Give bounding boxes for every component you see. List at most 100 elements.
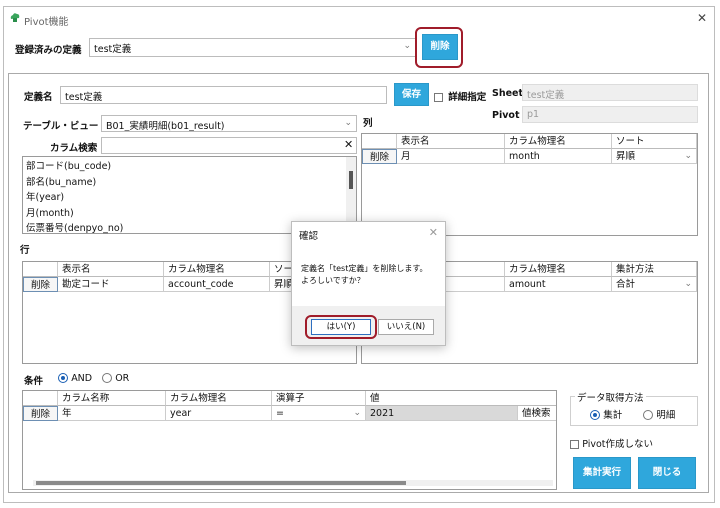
grid-header: 表示名 [397,134,505,149]
value-cell[interactable]: 2021 [366,406,518,421]
table-cell[interactable]: 年 [58,406,166,421]
list-item[interactable]: 部名(bu_name) [26,175,123,191]
table-view-value: B01_実績明細(b01_result) [106,121,225,132]
confirm-dialog: 確認 ✕ 定義名「test定義」を削除します。 よろしいですか？ はい(Y) い… [291,221,446,346]
table-cell[interactable]: year [166,406,272,421]
and-label: AND [71,373,93,384]
table-view-label: テーブル・ビュー [23,121,99,132]
dialog-body: 定義名「test定義」を削除します。 よろしいですか？ [292,243,445,306]
pivot-value: p1 [527,109,540,120]
aggregation-value: 合計 [616,279,636,290]
chevron-down-icon: ⌄ [344,118,352,128]
grid-header: カラム名称 [58,391,166,406]
delete-definition-button[interactable]: 削除 [422,34,458,60]
detail-checkbox[interactable] [434,92,443,102]
delete-row-button[interactable]: 削除 [23,406,58,421]
grid-header: 演算子 [272,391,366,406]
definition-name-input[interactable]: test定義 [60,86,387,104]
dialog-message-line2: よろしいですか？ [301,276,365,285]
rows-section-label: 行 [20,245,30,256]
columns-section-label: 列 [363,118,373,129]
registered-label: 登録済みの定義 [15,45,82,56]
clear-search-icon[interactable]: ✕ [344,138,353,151]
dialog-close-icon[interactable]: ✕ [429,226,438,239]
no-button[interactable]: いいえ(N) [378,319,434,335]
or-radio[interactable] [102,373,112,383]
registered-definition-select[interactable]: test定義 ⌄ [89,38,416,57]
grid-header: 値 [366,391,556,406]
grid-header: ソート [612,134,697,149]
grid-header: カラム物理名 [166,391,272,406]
conditions-grid: カラム名称 カラム物理名 演算子 値 削除 年 year = ⌄ 2021 値検… [22,390,557,490]
scroll-thumb[interactable] [349,171,353,189]
sheet-input[interactable]: test定義 [522,84,698,101]
list-item[interactable]: 年(year) [26,190,123,206]
table-cell[interactable]: amount [505,277,612,292]
close-window-icon[interactable]: ✕ [697,11,707,25]
and-radio-wrap[interactable]: AND [58,373,92,384]
no-pivot-checkbox-wrap[interactable]: Pivot作成しない [570,436,653,450]
app-icon [10,13,20,22]
column-search-input[interactable] [101,137,357,154]
no-pivot-label: Pivot作成しない [582,439,654,450]
grid-header-blank [362,134,397,149]
definition-name-value: test定義 [65,92,103,103]
scroll-thumb[interactable] [36,481,406,485]
value-search-button[interactable]: 値検索 [518,406,556,421]
sheet-label: Sheet [492,88,524,99]
delete-row-button[interactable]: 削除 [362,149,397,164]
chevron-down-icon: ⌄ [353,408,361,418]
or-radio-wrap[interactable]: OR [102,373,129,384]
title-bar: Pivot機能 ✕ [3,6,715,30]
window-title: Pivot機能 [24,17,69,28]
list-item[interactable]: 部コード(bu_code) [26,159,123,175]
detail-radio[interactable] [643,410,653,420]
detail-radio-wrap[interactable]: 明細 [643,407,675,421]
definition-name-label: 定義名 [24,92,53,103]
or-label: OR [115,373,130,384]
detail-label: 詳細指定 [448,92,487,103]
grid-header-blank [23,391,58,406]
summary-radio-wrap[interactable]: 集計 [590,407,622,421]
sheet-value: test定義 [527,90,565,101]
registered-definition-value: test定義 [94,44,132,55]
grid-header-blank [23,262,58,277]
column-list-items: 部コード(bu_code) 部名(bu_name) 年(year) 月(mont… [26,159,123,237]
detail-checkbox-wrap[interactable]: 詳細指定 [434,89,486,103]
no-pivot-checkbox[interactable] [570,439,579,449]
dialog-message-line1: 定義名「test定義」を削除します。 [301,264,428,273]
list-item[interactable]: 伝票番号(denpyo_no) [26,221,123,237]
table-cell[interactable]: account_code [164,277,270,292]
list-item[interactable]: 月(month) [26,206,123,222]
detail-fetch-label: 明細 [656,410,676,421]
operator-value: = [276,408,284,419]
close-button[interactable]: 閉じる [638,457,696,489]
sort-select[interactable]: 昇順 ⌄ [612,149,697,164]
chevron-down-icon: ⌄ [684,279,692,289]
aggregation-select[interactable]: 合計 ⌄ [612,277,697,292]
operator-select[interactable]: = ⌄ [272,406,366,421]
summary-radio[interactable] [590,410,600,420]
yes-button[interactable]: はい(Y) [311,319,371,335]
delete-row-button[interactable]: 削除 [23,277,58,292]
grid-header: 集計方法 [612,262,697,277]
chevron-down-icon: ⌄ [684,151,692,161]
grid-header: 表示名 [58,262,164,277]
summary-label: 集計 [603,410,623,421]
table-view-select[interactable]: B01_実績明細(b01_result) ⌄ [101,115,357,132]
run-aggregation-button[interactable]: 集計実行 [573,457,631,489]
data-fetch-label: データ取得方法 [575,390,646,404]
table-cell[interactable]: month [505,149,612,164]
conditions-label: 条件 [24,376,44,387]
dialog-title: 確認 [299,231,319,242]
save-button[interactable]: 保存 [394,83,429,106]
pivot-label: Pivot [492,110,520,121]
conditions-hscrollbar[interactable] [33,480,553,486]
pivot-input[interactable]: p1 [522,106,698,123]
and-radio[interactable] [58,373,68,383]
table-cell[interactable]: 勘定コード [58,277,164,292]
grid-header: カラム物理名 [164,262,270,277]
grid-header: カラム物理名 [505,134,612,149]
table-cell[interactable]: 月 [397,149,505,164]
chevron-down-icon: ⌄ [403,41,411,51]
